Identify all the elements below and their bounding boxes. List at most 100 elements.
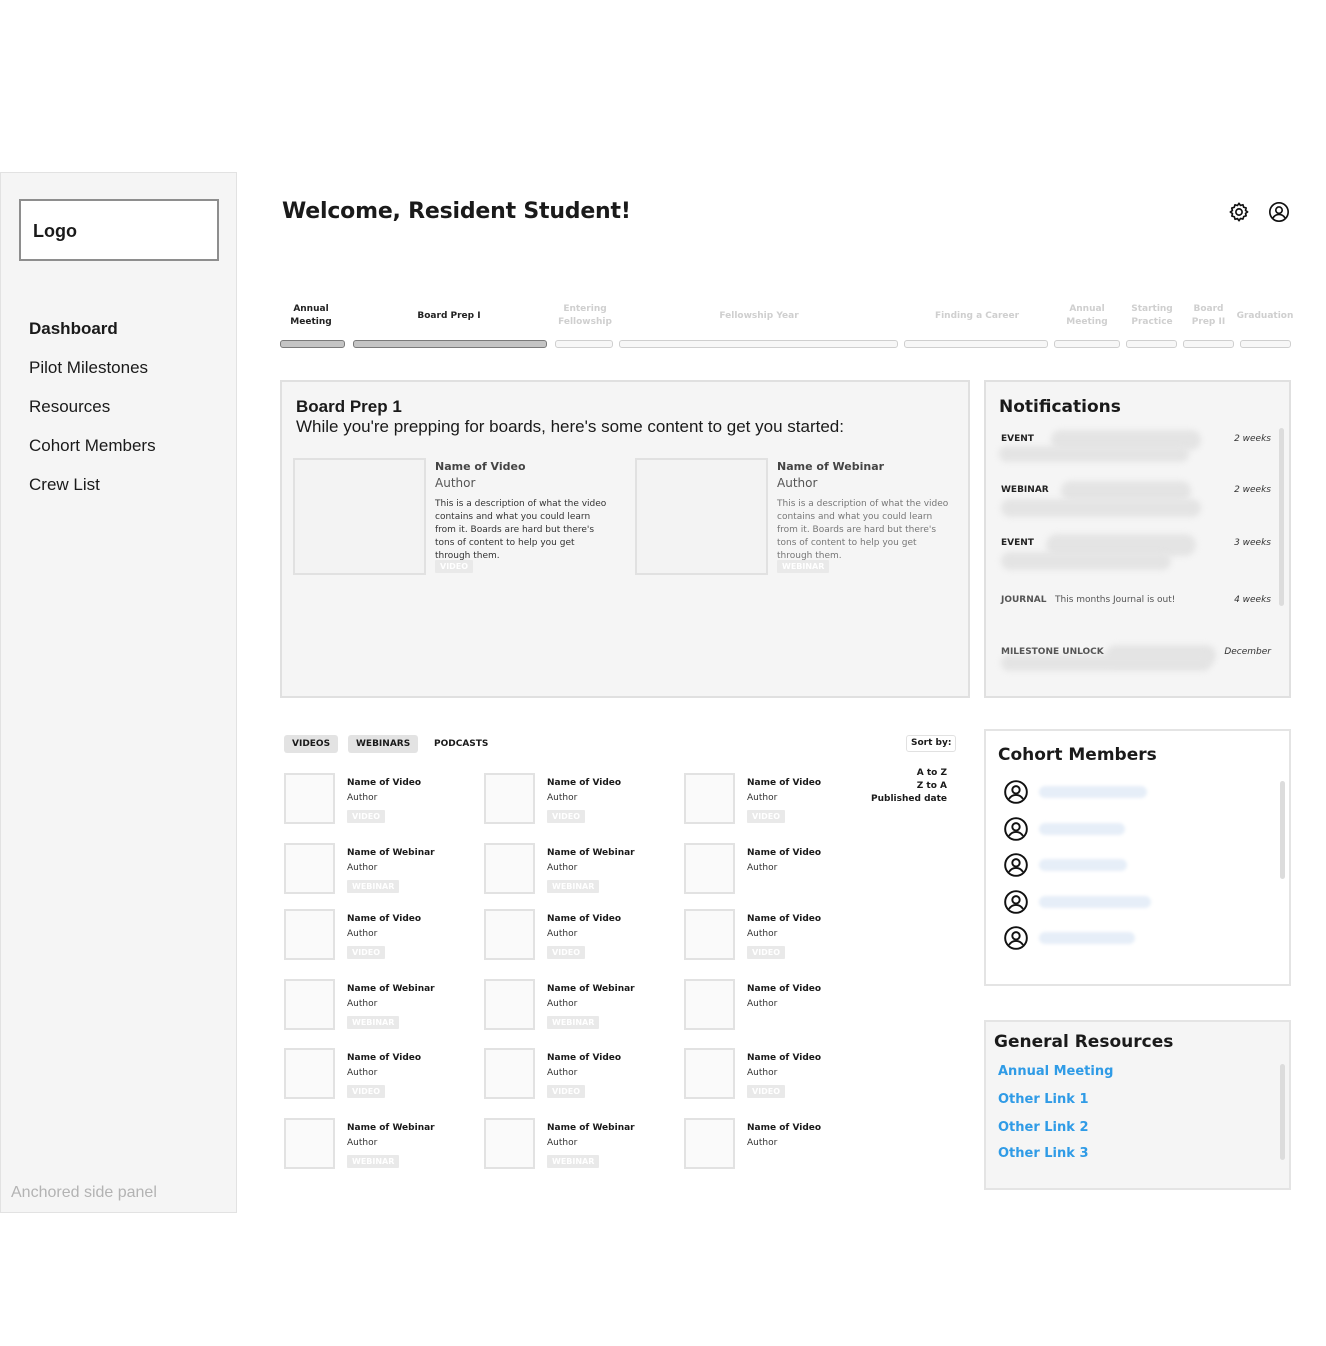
content-author: Author (347, 863, 378, 873)
thumbnail[interactable] (684, 1048, 735, 1099)
thumbnail[interactable] (684, 843, 735, 894)
content-item[interactable]: Name of Webinar Author WEBINAR (484, 1118, 664, 1174)
thumbnail[interactable] (484, 773, 535, 824)
thumbnail[interactable] (484, 979, 535, 1030)
content-name[interactable]: Name of Video (435, 460, 526, 473)
thumbnail[interactable] (684, 773, 735, 824)
milestone-label[interactable]: Fellowship Year (620, 301, 898, 331)
content-name[interactable]: Name of Video (747, 1053, 821, 1063)
content-name[interactable]: Name of Video (547, 778, 621, 788)
sort-option[interactable]: Z to A (917, 781, 947, 791)
thumbnail[interactable] (684, 1118, 735, 1169)
resource-link[interactable]: Other Link 3 (998, 1146, 1089, 1161)
tab-webinars[interactable]: WEBINARS (348, 735, 419, 753)
content-item[interactable]: Name of Video Author VIDEO (284, 773, 464, 829)
sort-option[interactable]: A to Z (917, 768, 947, 778)
notifications-scrollbar[interactable] (1279, 428, 1284, 606)
content-item[interactable]: Name of Video Author VIDEO (684, 773, 864, 829)
content-item[interactable]: Name of Video Author VIDEO (284, 1048, 464, 1104)
content-name[interactable]: Name of Video (347, 914, 421, 924)
cohort-member[interactable] (1003, 852, 1173, 878)
thumbnail[interactable] (684, 979, 735, 1030)
notification-item[interactable]: JOURNAL This months Journal is out! 4 we… (1001, 595, 1271, 625)
sidebar-item-dashboard[interactable]: Dashboard (29, 319, 156, 358)
user-circle-icon[interactable] (1268, 201, 1290, 223)
milestone-label[interactable]: Starting Practice (1127, 301, 1177, 331)
sidebar-item-resources[interactable]: Resources (29, 397, 156, 436)
thumbnail[interactable] (284, 1048, 335, 1099)
thumbnail[interactable] (484, 1048, 535, 1099)
sidebar-item-crew-list[interactable]: Crew List (29, 475, 156, 514)
cohort-member[interactable] (1003, 889, 1173, 915)
thumbnail[interactable] (635, 458, 768, 575)
notification-item[interactable]: EVENT 2 weeks (999, 430, 1271, 464)
resource-link[interactable]: Other Link 1 (998, 1092, 1089, 1107)
sort-button[interactable]: Sort by: (906, 735, 957, 752)
thumbnail[interactable] (284, 843, 335, 894)
content-name[interactable]: Name of Webinar (547, 984, 635, 994)
content-name[interactable]: Name of Video (747, 914, 821, 924)
resources-scrollbar[interactable] (1280, 1064, 1285, 1160)
milestone-label[interactable]: Annual Meeting (280, 301, 342, 331)
content-item[interactable]: Name of Video Author VIDEO (484, 1048, 664, 1104)
content-name[interactable]: Name of Video (547, 1053, 621, 1063)
milestone-label[interactable]: Board Prep II (1184, 301, 1233, 331)
notification-item[interactable]: WEBINAR 2 weeks (1001, 481, 1271, 517)
content-name[interactable]: Name of Webinar (347, 848, 435, 858)
tab-podcasts[interactable]: PODCASTS (426, 735, 496, 753)
thumbnail[interactable] (284, 909, 335, 960)
sidebar-item-cohort-members[interactable]: Cohort Members (29, 436, 156, 475)
resource-link[interactable]: Other Link 2 (998, 1120, 1089, 1135)
content-item[interactable]: Name of Video Author (684, 979, 864, 1035)
logo[interactable]: Logo (19, 199, 219, 261)
cohort-scrollbar[interactable] (1280, 781, 1285, 879)
content-item[interactable]: Name of Video Author VIDEO (684, 909, 864, 965)
content-name[interactable]: Name of Webinar (547, 1123, 635, 1133)
gear-icon[interactable] (1228, 201, 1250, 223)
milestone-label[interactable]: Graduation (1237, 301, 1294, 331)
content-item[interactable]: Name of Video Author (684, 1118, 864, 1174)
tab-videos[interactable]: VIDEOS (284, 735, 339, 753)
thumbnail[interactable] (284, 773, 335, 824)
content-item[interactable]: Name of Video Author VIDEO (484, 773, 664, 829)
thumbnail[interactable] (484, 843, 535, 894)
cohort-member[interactable] (1003, 925, 1173, 951)
sort-option[interactable]: Published date (871, 794, 947, 804)
notification-item[interactable]: MILESTONE UNLOCK December (1001, 645, 1271, 677)
cohort-member[interactable] (1003, 816, 1173, 842)
content-item[interactable]: Name of Video Author (684, 843, 864, 899)
content-item[interactable]: Name of Webinar Author WEBINAR (284, 843, 464, 899)
content-item[interactable]: Name of Video Author VIDEO (684, 1048, 864, 1104)
content-name[interactable]: Name of Webinar (547, 848, 635, 858)
content-name[interactable]: Name of Video (347, 778, 421, 788)
milestone-label[interactable]: Annual Meeting (1055, 301, 1119, 331)
content-item[interactable]: Name of Webinar Author WEBINAR (484, 979, 664, 1035)
content-name[interactable]: Name of Webinar (347, 1123, 435, 1133)
thumbnail[interactable] (284, 979, 335, 1030)
milestone-label[interactable]: Finding a Career (905, 301, 1049, 331)
thumbnail[interactable] (293, 458, 426, 575)
content-item[interactable]: Name of Video Author VIDEO (484, 909, 664, 965)
content-name[interactable]: Name of Webinar (777, 460, 884, 473)
sidebar-item-pilot-milestones[interactable]: Pilot Milestones (29, 358, 156, 397)
content-name[interactable]: Name of Video (747, 848, 821, 858)
thumbnail[interactable] (484, 1118, 535, 1169)
notification-item[interactable]: EVENT 3 weeks (1001, 534, 1271, 570)
content-name[interactable]: Name of Video (347, 1053, 421, 1063)
content-name[interactable]: Name of Video (747, 1123, 821, 1133)
content-item[interactable]: Name of Webinar Author WEBINAR (284, 1118, 464, 1174)
milestone-label[interactable]: Entering Fellowship (556, 301, 614, 331)
content-name[interactable]: Name of Video (747, 984, 821, 994)
thumbnail[interactable] (684, 909, 735, 960)
thumbnail[interactable] (284, 1118, 335, 1169)
milestone-label[interactable]: Board Prep I (354, 301, 544, 331)
content-item[interactable]: Name of Video Author VIDEO (284, 909, 464, 965)
content-item[interactable]: Name of Webinar Author WEBINAR (484, 843, 664, 899)
thumbnail[interactable] (484, 909, 535, 960)
content-name[interactable]: Name of Video (747, 778, 821, 788)
resource-link[interactable]: Annual Meeting (998, 1064, 1113, 1079)
cohort-member[interactable] (1003, 779, 1173, 805)
content-name[interactable]: Name of Webinar (347, 984, 435, 994)
content-item[interactable]: Name of Webinar Author WEBINAR (284, 979, 464, 1035)
content-name[interactable]: Name of Video (547, 914, 621, 924)
